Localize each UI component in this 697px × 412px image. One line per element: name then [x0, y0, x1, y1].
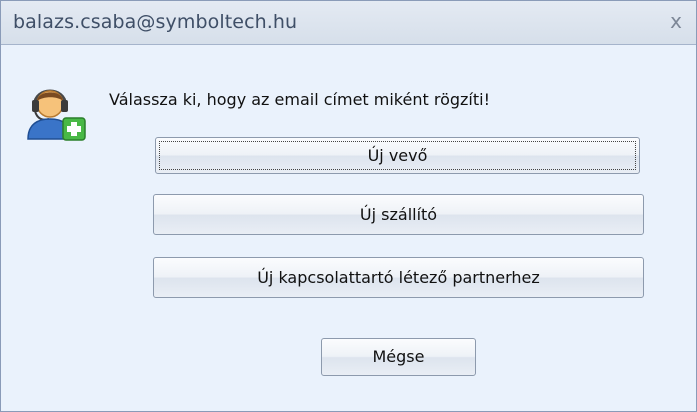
new-supplier-label: Új szállító — [359, 205, 438, 224]
new-contact-label: Új kapcsolattartó létező partnerhez — [257, 268, 540, 287]
title-bar: balazs.csaba@symboltech.hu x — [1, 1, 696, 45]
new-supplier-button[interactable]: Új szállító — [153, 194, 644, 235]
add-contact-icon — [27, 89, 86, 141]
dialog-window: balazs.csaba@symboltech.hu x Válassza ki… — [0, 0, 697, 412]
instruction-text: Válassza ki, hogy az email címet miként … — [109, 90, 490, 109]
cancel-label: Mégse — [372, 347, 425, 366]
window-title: balazs.csaba@symboltech.hu — [13, 11, 298, 33]
cancel-button[interactable]: Mégse — [321, 338, 476, 376]
new-customer-label: Új vevő — [367, 146, 428, 165]
new-contact-for-existing-partner-button[interactable]: Új kapcsolattartó létező partnerhez — [153, 257, 644, 298]
new-customer-button[interactable]: Új vevő — [155, 137, 640, 174]
close-icon[interactable]: x — [664, 9, 688, 33]
